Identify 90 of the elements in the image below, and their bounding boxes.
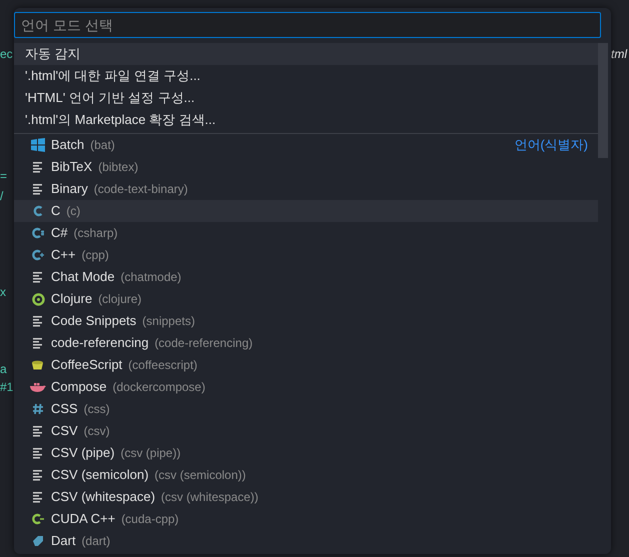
cpp-icon bbox=[32, 249, 44, 261]
language-id: (csv (pipe)) bbox=[120, 445, 181, 462]
language-item[interactable]: Clojure (clojure) bbox=[14, 288, 598, 310]
hash-icon bbox=[32, 403, 44, 415]
language-id: (bibtex) bbox=[98, 159, 138, 176]
language-item[interactable]: C++ (cpp) bbox=[14, 244, 598, 266]
language-item[interactable]: CSS (css) bbox=[14, 398, 598, 420]
ring-icon bbox=[32, 292, 44, 306]
language-item[interactable]: CoffeeScript (coffeescript) bbox=[14, 354, 598, 376]
language-id: (c) bbox=[66, 203, 80, 220]
text-lines-icon bbox=[32, 491, 44, 503]
code-fragment: = bbox=[0, 168, 8, 185]
language-item[interactable]: Code Snippets (snippets) bbox=[14, 310, 598, 332]
language-id: (dockercompose) bbox=[112, 379, 206, 396]
language-name: Compose bbox=[51, 378, 107, 396]
language-id: (csv) bbox=[84, 423, 110, 440]
language-item[interactable]: CUDA C++ (cuda-cpp) bbox=[14, 508, 598, 530]
language-item[interactable]: Batch (bat) 언어(식별자) bbox=[14, 134, 598, 156]
code-fragment: #1 bbox=[0, 379, 14, 396]
csharp-icon bbox=[32, 227, 44, 239]
language-item[interactable]: BibTeX (bibtex) bbox=[14, 156, 598, 178]
menu-item[interactable]: '.html'에 대한 파일 연결 구성... bbox=[14, 65, 598, 87]
menu-item[interactable]: '.html'의 Marketplace 확장 검색... bbox=[14, 109, 598, 131]
language-item[interactable]: C (c) bbox=[14, 200, 598, 222]
language-name: Code Snippets bbox=[51, 312, 136, 330]
language-name: CUDA C++ bbox=[51, 510, 116, 528]
code-fragment: x bbox=[0, 284, 6, 301]
language-id: (chatmode) bbox=[120, 269, 182, 286]
letter-c-icon bbox=[32, 205, 44, 217]
language-name: CoffeeScript bbox=[51, 356, 122, 374]
scrollbar[interactable] bbox=[598, 43, 608, 158]
group-label: 언어(식별자) bbox=[514, 136, 588, 154]
language-item[interactable]: Compose (dockercompose) bbox=[14, 376, 598, 398]
text-lines-icon bbox=[32, 337, 44, 349]
language-id: (csv (semicolon)) bbox=[154, 467, 246, 484]
language-id: (code-referencing) bbox=[154, 335, 253, 352]
code-fragment: / bbox=[0, 188, 4, 205]
language-id: (cuda-cpp) bbox=[121, 511, 179, 528]
text-lines-icon bbox=[32, 183, 44, 195]
language-name: CSV (whitespace) bbox=[51, 488, 156, 506]
text-lines-icon bbox=[32, 161, 44, 173]
search-field[interactable]: 언어 모드 선택 bbox=[14, 12, 601, 38]
language-id: (dart) bbox=[82, 533, 110, 550]
language-name: Clojure bbox=[51, 290, 92, 308]
language-name: BibTeX bbox=[51, 158, 92, 176]
code-fragment: tml bbox=[611, 46, 627, 63]
language-item[interactable]: CSV (semicolon) (csv (semicolon)) bbox=[14, 464, 598, 486]
language-name: Chat Mode bbox=[51, 268, 115, 286]
language-name: CSV (pipe) bbox=[51, 444, 115, 462]
whale-icon bbox=[30, 381, 46, 393]
language-name: Batch bbox=[51, 136, 84, 154]
language-id: (coffeescript) bbox=[128, 357, 198, 374]
language-item[interactable]: Binary (code-text-binary) bbox=[14, 178, 598, 200]
language-name: CSV bbox=[51, 422, 78, 440]
language-item[interactable]: Chat Mode (chatmode) bbox=[14, 266, 598, 288]
code-fragment: a bbox=[0, 361, 7, 378]
cuda-icon bbox=[32, 513, 44, 525]
text-lines-icon bbox=[32, 425, 44, 437]
language-name: C# bbox=[51, 224, 68, 242]
language-id: (css) bbox=[84, 401, 110, 418]
language-name: CSV (semicolon) bbox=[51, 466, 149, 484]
language-name: C++ bbox=[51, 246, 76, 264]
language-name: Dart bbox=[51, 532, 76, 550]
language-item[interactable]: C# (csharp) bbox=[14, 222, 598, 244]
windows-logo-icon bbox=[31, 138, 45, 152]
text-lines-icon bbox=[32, 447, 44, 459]
language-item[interactable]: CSV (whitespace) (csv (whitespace)) bbox=[14, 486, 598, 508]
language-id: (csharp) bbox=[74, 225, 118, 242]
language-id: (csv (whitespace)) bbox=[161, 489, 258, 506]
language-item[interactable]: CSV (csv) bbox=[14, 420, 598, 442]
text-lines-icon bbox=[32, 315, 44, 327]
language-name: Binary bbox=[51, 180, 88, 198]
language-item[interactable]: Dart (dart) bbox=[14, 530, 598, 552]
text-lines-icon bbox=[32, 271, 44, 283]
language-name: C bbox=[51, 202, 60, 220]
language-name: CSS bbox=[51, 400, 78, 418]
dart-icon bbox=[32, 534, 44, 548]
language-item[interactable]: CSV (pipe) (csv (pipe)) bbox=[14, 442, 598, 464]
language-id: (clojure) bbox=[98, 291, 142, 308]
menu-item[interactable]: 자동 감지 bbox=[14, 43, 598, 65]
coffee-cup-icon bbox=[31, 359, 45, 371]
text-lines-icon bbox=[32, 469, 44, 481]
language-id: (code-text-binary) bbox=[94, 181, 188, 198]
language-item[interactable]: code-referencing (code-referencing) bbox=[14, 332, 598, 354]
menu-item[interactable]: 'HTML' 언어 기반 설정 구성... bbox=[14, 87, 598, 109]
language-id: (bat) bbox=[90, 137, 115, 154]
code-fragment: ec bbox=[0, 46, 13, 63]
language-id: (snippets) bbox=[142, 313, 195, 330]
language-id: (cpp) bbox=[82, 247, 109, 264]
language-name: code-referencing bbox=[51, 334, 149, 352]
